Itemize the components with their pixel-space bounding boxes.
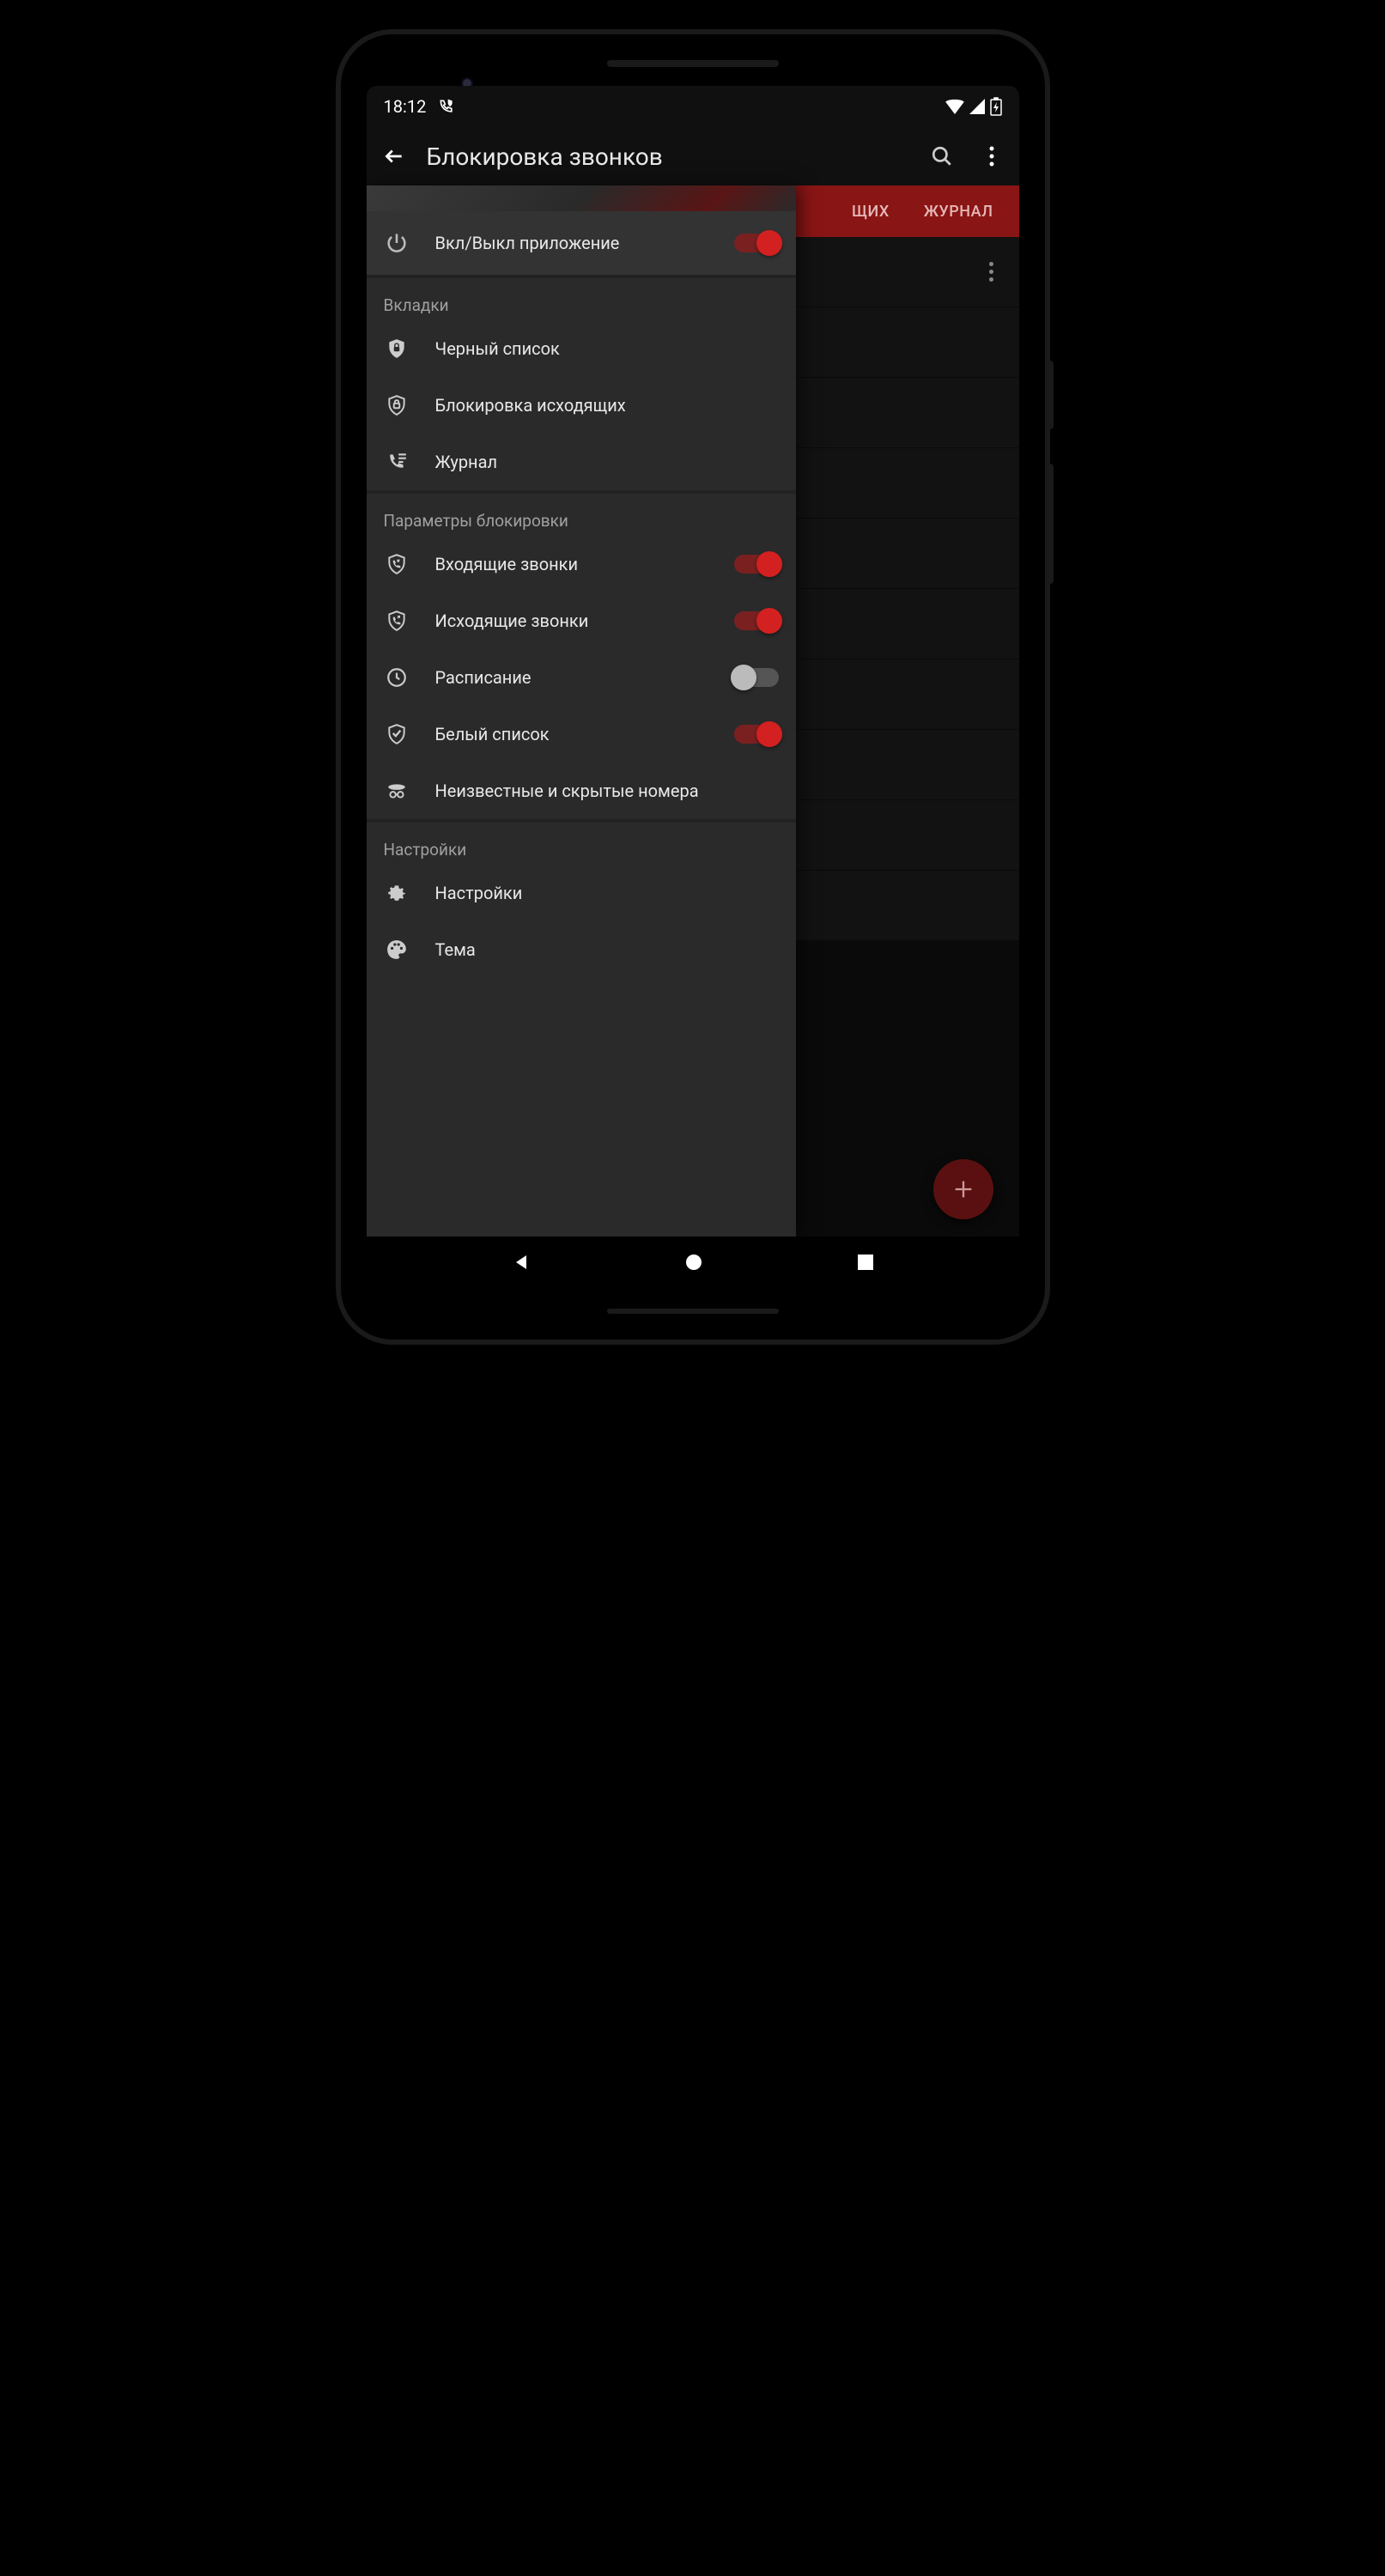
drawer-item-log[interactable]: Журнал <box>367 434 796 490</box>
wifi-icon <box>945 99 964 114</box>
shield-check-icon <box>384 721 410 747</box>
item-overflow-icon[interactable] <box>989 262 993 282</box>
phone-power-button <box>1047 361 1054 429</box>
outgoing-block-label: Блокировка исходящих <box>435 394 779 416</box>
tab-partial[interactable]: ЩИХ <box>852 203 890 221</box>
overflow-menu-button[interactable] <box>980 144 1004 168</box>
call-log-icon <box>384 449 410 475</box>
search-button[interactable] <box>930 144 954 168</box>
app-bar: Блокировка звонков <box>367 127 1019 185</box>
section-tabs-header: Вкладки <box>367 278 796 320</box>
phone-volume-button <box>1047 464 1054 584</box>
add-fab[interactable] <box>933 1159 993 1219</box>
nav-home-button[interactable] <box>683 1252 704 1273</box>
battery-charging-icon <box>990 97 1002 116</box>
unknown-label: Неизвестные и скрытые номера <box>435 780 779 802</box>
status-bar: 18:12 <box>367 86 1019 127</box>
main-toggle-switch[interactable] <box>734 234 779 252</box>
blacklist-label: Черный список <box>435 337 779 360</box>
status-time: 18:12 <box>384 96 427 117</box>
drawer-item-unknown[interactable]: Неизвестные и скрытые номера <box>367 762 796 819</box>
log-label: Журнал <box>435 451 779 473</box>
nav-recents-button[interactable] <box>857 1254 874 1271</box>
gear-icon <box>384 880 410 906</box>
back-button[interactable] <box>382 144 406 168</box>
shield-outgoing-icon <box>384 608 410 634</box>
main-toggle-label: Вкл/Выкл приложение <box>435 232 708 254</box>
drawer-item-incoming[interactable]: Входящие звонки <box>367 536 796 592</box>
tab-log[interactable]: ЖУРНАЛ <box>924 203 993 221</box>
drawer-item-outgoing[interactable]: Исходящие звонки <box>367 592 796 649</box>
signal-icon <box>969 99 985 114</box>
drawer-item-theme[interactable]: Тема <box>367 921 796 966</box>
drawer-main-toggle-row[interactable]: Вкл/Выкл приложение <box>367 211 796 275</box>
incoming-switch[interactable] <box>734 555 779 574</box>
section-settings-header: Настройки <box>367 823 796 865</box>
drawer-header-graphic <box>367 185 796 211</box>
drawer-item-whitelist[interactable]: Белый список <box>367 706 796 762</box>
drawer-item-schedule[interactable]: Расписание <box>367 649 796 706</box>
whitelist-label: Белый список <box>435 723 708 745</box>
incognito-icon <box>384 778 410 804</box>
settings-label: Настройки <box>435 882 779 904</box>
outgoing-label: Исходящие звонки <box>435 610 708 632</box>
shield-lock-icon <box>384 336 410 361</box>
phone-speaker <box>607 60 779 67</box>
app-title: Блокировка звонков <box>427 143 663 171</box>
phone-frame: 18:12 Блокировка з <box>341 34 1045 1340</box>
navigation-drawer: Вкл/Выкл приложение Вкладки Черный списо… <box>367 185 796 1236</box>
clock-icon <box>384 665 410 690</box>
power-icon <box>384 230 410 256</box>
shield-incoming-icon <box>384 551 410 577</box>
whitelist-switch[interactable] <box>734 725 779 744</box>
content-area: ЩИХ ЖУРНАЛ <box>367 185 1019 1236</box>
call-shield-icon <box>438 98 455 115</box>
shield-lock-outline-icon <box>384 392 410 418</box>
screen: 18:12 Блокировка з <box>367 86 1019 1288</box>
nav-back-button[interactable] <box>511 1252 532 1273</box>
drawer-item-outgoing-block[interactable]: Блокировка исходящих <box>367 377 796 434</box>
schedule-label: Расписание <box>435 666 708 689</box>
drawer-item-blacklist[interactable]: Черный список <box>367 320 796 377</box>
schedule-switch[interactable] <box>734 668 779 687</box>
drawer-item-settings[interactable]: Настройки <box>367 865 796 921</box>
system-nav-bar <box>367 1236 1019 1288</box>
palette-icon <box>384 937 410 963</box>
section-block-header: Параметры блокировки <box>367 494 796 536</box>
outgoing-switch[interactable] <box>734 611 779 630</box>
incoming-label: Входящие звонки <box>435 553 708 575</box>
phone-bottom-speaker <box>607 1309 779 1314</box>
theme-label: Тема <box>435 939 779 961</box>
